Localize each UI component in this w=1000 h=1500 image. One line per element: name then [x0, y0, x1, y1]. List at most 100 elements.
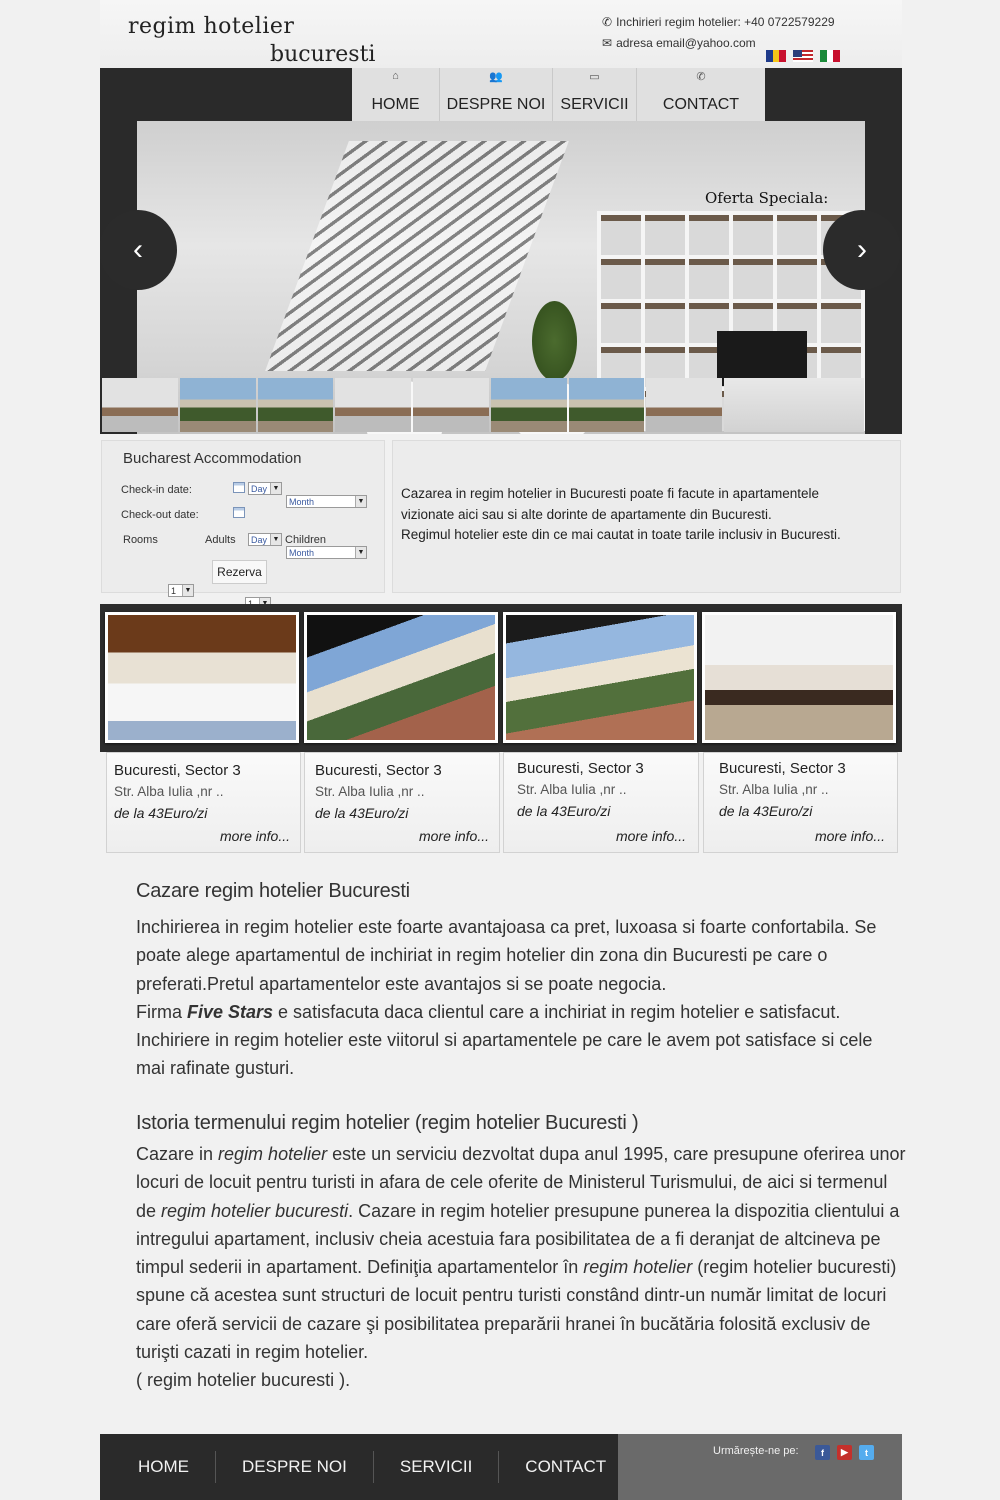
slider-thumbnails [102, 378, 722, 432]
envelope-icon: ✉ [602, 36, 613, 50]
phone-icon: ✆ [696, 71, 706, 83]
listing-address: Str. Alba Iulia ,nr .. [719, 782, 829, 797]
listing-address: Str. Alba Iulia ,nr .. [114, 784, 224, 799]
romania-flag[interactable] [766, 50, 787, 62]
slider-thumbnail[interactable] [568, 378, 645, 432]
children-label: Children [285, 534, 326, 546]
footer-nav: HOME DESPRE NOI SERVICII CONTACT [100, 1434, 632, 1500]
people-icon: 👥 [489, 71, 503, 83]
listing-address: Str. Alba Iulia ,nr .. [315, 784, 425, 799]
apartment-photo-balcony[interactable] [304, 612, 498, 743]
intro-panel: Cazarea in regim hotelier in Bucuresti p… [392, 440, 901, 593]
listing-card: Bucuresti, Sector 3 Str. Alba Iulia ,nr … [503, 752, 699, 853]
slider-thumbnail[interactable] [179, 378, 256, 432]
article-heading-2: Istoria termenului regim hotelier (regim… [136, 1112, 639, 1134]
checkout-label: Check-out date: [121, 509, 199, 521]
footer-nav-contact[interactable]: CONTACT [499, 1451, 632, 1483]
booking-form: Bucharest Accommodation Check-in date: D… [101, 440, 385, 623]
nav-contact[interactable]: ✆ CONTACT [637, 68, 765, 121]
dropdown-arrow-icon: ▼ [182, 585, 193, 596]
article-paragraph-1a: Inchirierea in regim hotelier este foart… [136, 917, 877, 994]
adults-label: Adults [205, 534, 236, 546]
nav-servicii[interactable]: ▭ SERVICII [553, 68, 637, 121]
slider-thumbnail[interactable] [413, 378, 489, 432]
logo-text-city[interactable]: bucuresti [270, 42, 375, 67]
checkout-month-select[interactable]: Month ▼ [286, 546, 367, 559]
header-email: ✉ adresa email@yahoo.com [602, 36, 756, 50]
dropdown-arrow-icon: ▼ [355, 547, 366, 558]
calendar-icon[interactable] [233, 482, 245, 493]
slider-thumbnail[interactable] [490, 378, 567, 432]
main-nav: ⌂ HOME 👥 DESPRE NOI ▭ SERVICII ✆ CONTACT [352, 68, 765, 121]
checkin-day-select[interactable]: Day ▼ [248, 482, 282, 495]
home-icon: ⌂ [392, 70, 399, 82]
nav-despre-noi-label: DESPRE NOI [446, 96, 546, 113]
slider-thumbnail[interactable] [102, 378, 178, 432]
chevron-right-icon: › [857, 233, 867, 266]
rooms-select[interactable]: 1 ▼ [168, 584, 194, 597]
next-slide-button[interactable]: › [823, 210, 901, 290]
listing-address: Str. Alba Iulia ,nr .. [517, 782, 627, 797]
rooms-label: Rooms [123, 534, 158, 546]
checkout-day-select[interactable]: Day ▼ [248, 533, 282, 546]
youtube-icon[interactable]: ▶ [837, 1445, 852, 1460]
italy-flag[interactable] [820, 50, 841, 62]
nav-despre-noi[interactable]: 👥 DESPRE NOI [440, 68, 553, 121]
footer-nav-despre-noi[interactable]: DESPRE NOI [216, 1451, 374, 1483]
social-icons: f ▶ t [815, 1445, 874, 1460]
follow-us-label: Urmărește-ne pe: [713, 1445, 799, 1457]
listing-price: de la 43Euro/zi [114, 805, 208, 821]
intro-line: Cazarea in regim hotelier in Bucuresti p… [401, 486, 819, 501]
header-phone: ✆ Inchirieri regim hotelier: +40 0722579… [602, 15, 835, 29]
site-header: regim hotelier bucuresti ✆ Inchirieri re… [100, 0, 902, 68]
listing-card: Bucuresti, Sector 3 Str. Alba Iulia ,nr … [703, 752, 898, 853]
hero-slider: Oferta Speciala: ‹ › [100, 68, 902, 434]
twitter-icon[interactable]: t [859, 1445, 874, 1460]
facebook-icon[interactable]: f [815, 1445, 830, 1460]
more-info-link[interactable]: more info... [616, 828, 686, 844]
apartment-photo-balcony[interactable] [503, 612, 697, 743]
apartment-photo-living-room[interactable] [702, 612, 896, 743]
calendar-icon[interactable] [233, 507, 245, 518]
article-paragraph-2b: ( regim hotelier bucuresti ). [136, 1370, 351, 1391]
nav-home[interactable]: ⌂ HOME [352, 68, 440, 121]
dropdown-arrow-icon: ▼ [270, 534, 281, 545]
apartment-gallery [100, 604, 902, 752]
special-offer-label: Oferta Speciala: [705, 189, 829, 207]
footer-nav-servicii[interactable]: SERVICII [374, 1451, 500, 1483]
intro-line: Regimul hotelier este din ce mai cautat … [401, 527, 841, 542]
nav-home-label: HOME [371, 96, 420, 113]
listing-card: Bucuresti, Sector 3 Str. Alba Iulia ,nr … [106, 752, 301, 853]
prev-slide-button[interactable]: ‹ [100, 210, 177, 290]
listing-price: de la 43Euro/zi [315, 805, 409, 821]
footer-nav-home[interactable]: HOME [100, 1451, 216, 1483]
more-info-link[interactable]: more info... [220, 828, 290, 844]
logo-text-main[interactable]: regim hotelier [128, 14, 294, 39]
article-paragraph-1b: Firma Five Stars e satisfacuta daca clie… [136, 1001, 873, 1079]
slider-thumbnail[interactable] [335, 378, 411, 432]
nav-contact-label: CONTACT [662, 96, 740, 113]
listing-card: Bucuresti, Sector 3 Str. Alba Iulia ,nr … [304, 752, 500, 853]
booking-title: Bucharest Accommodation [123, 450, 302, 467]
social-panel: Urmărește-ne pe: f ▶ t [618, 1434, 902, 1500]
dropdown-arrow-icon: ▼ [355, 496, 366, 507]
intro-text: Cazarea in regim hotelier in Bucuresti p… [401, 484, 901, 546]
usa-flag[interactable] [793, 50, 813, 62]
chevron-left-icon: ‹ [133, 233, 143, 266]
monitor-icon: ▭ [589, 71, 600, 83]
listing-title: Bucuresti, Sector 3 [315, 762, 442, 779]
slider-thumbnail[interactable] [257, 378, 334, 432]
listing-price: de la 43Euro/zi [719, 803, 813, 819]
article-heading-1: Cazare regim hotelier Bucuresti [136, 880, 410, 902]
slider-thumbnail[interactable] [646, 378, 722, 432]
reserve-button[interactable]: Rezerva [212, 560, 267, 584]
article-paragraph-2a: Cazare in regim hotelier este un servici… [136, 1144, 906, 1363]
more-info-link[interactable]: more info... [419, 828, 489, 844]
header-email-text[interactable]: adresa email@yahoo.com [616, 36, 756, 50]
more-info-link[interactable]: more info... [815, 828, 885, 844]
checkin-label: Check-in date: [121, 484, 192, 496]
thumbnail-fade [724, 378, 864, 432]
checkin-month-select[interactable]: Month ▼ [286, 495, 367, 508]
language-flags [766, 50, 841, 62]
apartment-photo-bedroom[interactable] [105, 612, 299, 743]
